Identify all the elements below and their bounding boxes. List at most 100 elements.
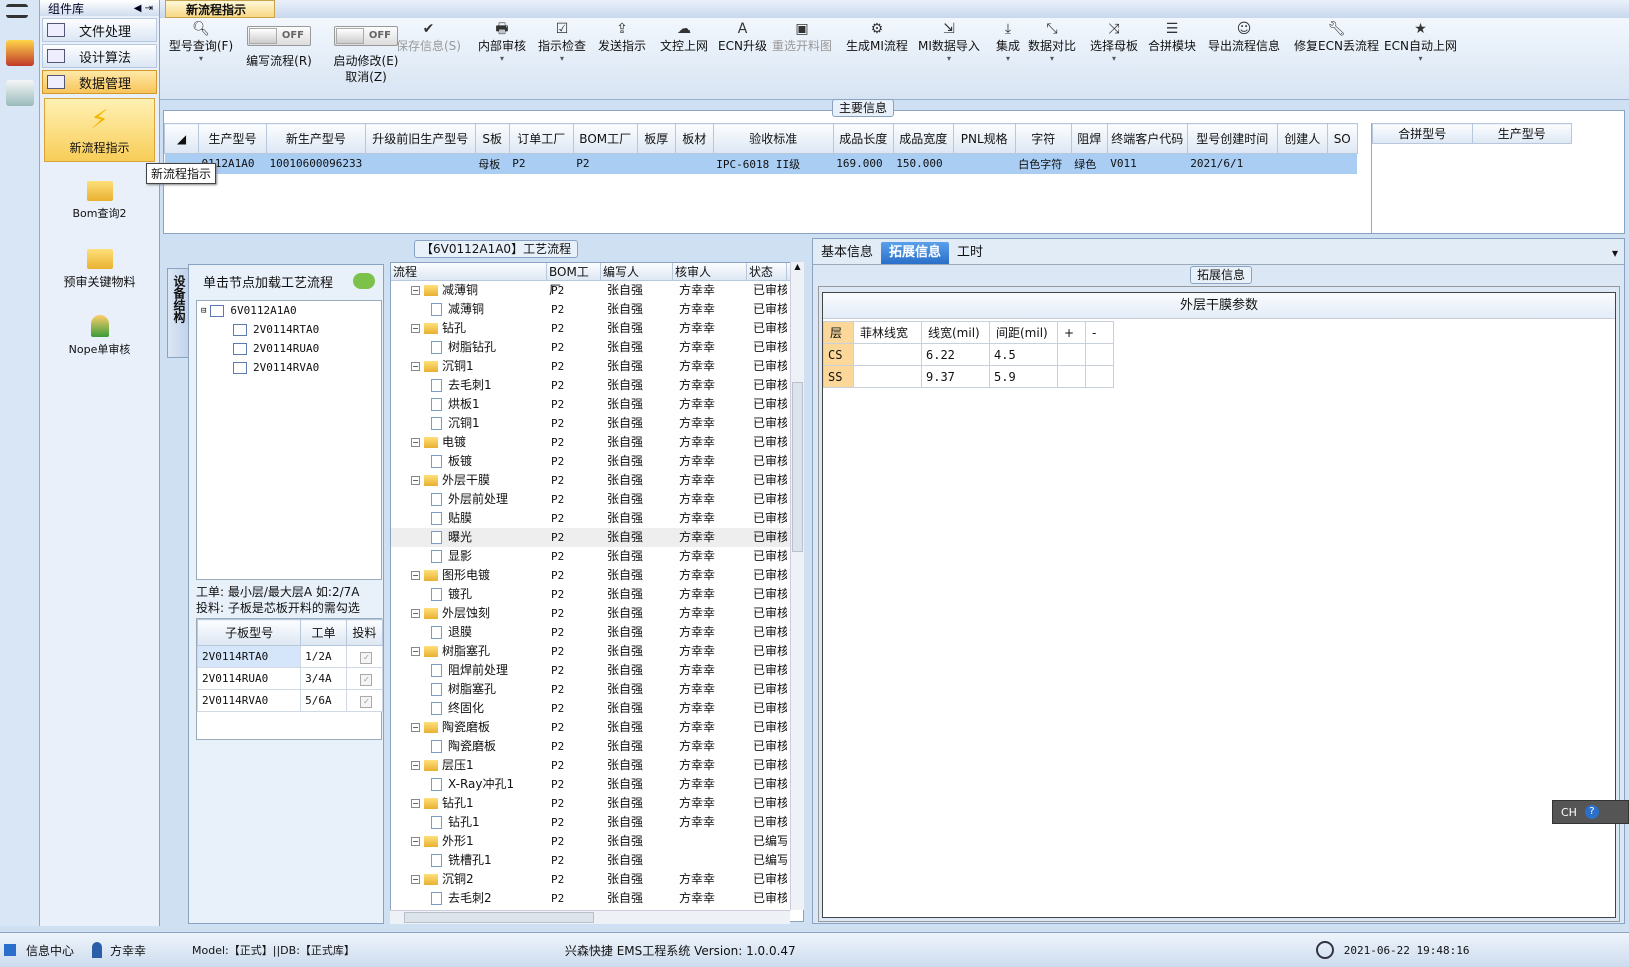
reviewer-cell[interactable]: 方幸幸	[673, 718, 747, 737]
process-row[interactable]: − 沉铜1 P2 张自强 方幸幸 已审核	[391, 357, 803, 376]
reviewer-cell[interactable]: 方幸幸	[673, 813, 747, 832]
bom-factory-cell[interactable]: P2	[547, 718, 601, 737]
process-name-cell[interactable]: 沉铜1	[391, 414, 547, 433]
bom-factory-cell[interactable]: P2	[547, 623, 601, 642]
bom-factory-cell[interactable]: P2	[547, 794, 601, 813]
collapse-icon[interactable]: −	[411, 362, 420, 371]
column-header[interactable]: PNL规格	[952, 123, 1016, 154]
process-row[interactable]: 树脂塞孔 P2 张自强 方幸幸 已审核	[391, 680, 803, 699]
collapse-icon[interactable]: −	[411, 476, 420, 485]
reviewer-cell[interactable]: 方幸幸	[673, 414, 747, 433]
cell[interactable]: 白色字符	[1015, 153, 1072, 174]
collapse-icon[interactable]: −	[411, 438, 420, 447]
spacing-cell[interactable]: 4.5	[989, 343, 1058, 366]
tree-child-node[interactable]: 2V0114RUA0	[197, 339, 381, 358]
bom-factory-cell[interactable]: P2	[547, 813, 601, 832]
writer-cell[interactable]: 张自强	[601, 281, 673, 300]
collapse-icon[interactable]: −	[411, 761, 420, 770]
sub-model-cell[interactable]: 2V0114RTA0	[196, 645, 302, 668]
reviewer-cell[interactable]: 方幸幸	[673, 395, 747, 414]
process-row[interactable]: 减薄铜 P2 张自强 方幸幸 已审核	[391, 300, 803, 319]
column-header[interactable]: BOM工厂	[572, 123, 638, 154]
column-header[interactable]: 工单	[300, 619, 347, 646]
column-header[interactable]: 板材	[674, 123, 714, 154]
toolbar-button[interactable]: ★ ECN自动上网 ▾	[1384, 18, 1457, 98]
reviewer-cell[interactable]: 方幸幸	[673, 889, 747, 908]
column-header[interactable]: BOM工厂	[547, 263, 601, 297]
reviewer-cell[interactable]: 方幸幸	[673, 585, 747, 604]
component-menu-item[interactable]: 文件处理	[42, 18, 157, 42]
reviewer-cell[interactable]: 方幸幸	[673, 471, 747, 490]
status-cell[interactable]: 已审核	[747, 376, 787, 395]
process-name-cell[interactable]: − 沉铜2	[391, 870, 547, 889]
reviewer-cell[interactable]: 方幸幸	[673, 452, 747, 471]
toolbar-button[interactable]: 🖶︎ 内部审核 ▾	[478, 18, 526, 98]
status-cell[interactable]: 已审核	[747, 699, 787, 718]
status-cell[interactable]: 已审核	[747, 756, 787, 775]
tabs-dropdown-icon[interactable]: ▾	[1612, 242, 1624, 264]
reviewer-cell[interactable]: 方幸幸	[673, 870, 747, 889]
status-cell[interactable]: 已审核	[747, 281, 787, 300]
plus-cell[interactable]	[1057, 343, 1086, 366]
writer-cell[interactable]: 张自强	[601, 775, 673, 794]
tree-root-node[interactable]: ⊟ 6V0112A1A0	[197, 301, 381, 320]
process-row[interactable]: − 层压1 P2 张自强 方幸幸 已审核	[391, 756, 803, 775]
writer-cell[interactable]: 张自强	[601, 395, 673, 414]
process-name-cell[interactable]: − 外层蚀刻	[391, 604, 547, 623]
process-name-cell[interactable]: − 外形1	[391, 832, 547, 851]
process-row[interactable]: 终固化 P2 张自强 方幸幸 已审核	[391, 699, 803, 718]
spacing-cell[interactable]: 5.9	[989, 365, 1058, 388]
writer-cell[interactable]: 张自强	[601, 794, 673, 813]
column-header[interactable]: 新生产型号	[266, 123, 366, 154]
status-cell[interactable]: 已审核	[747, 319, 787, 338]
writer-cell[interactable]: 张自强	[601, 585, 673, 604]
component-tool[interactable]: Bom查询2	[44, 166, 155, 230]
process-row[interactable]: − 减薄铜 P2 张自强 方幸幸 已审核	[391, 281, 803, 300]
line-width-cell[interactable]: 6.22	[921, 343, 990, 366]
writer-cell[interactable]: 张自强	[601, 414, 673, 433]
reviewer-cell[interactable]: 方幸幸	[673, 547, 747, 566]
layer-cell[interactable]: CS	[823, 343, 854, 366]
collapse-icon[interactable]: −	[411, 286, 420, 295]
column-header[interactable]: 状态	[747, 263, 787, 280]
minus-cell[interactable]	[1085, 343, 1114, 366]
status-cell[interactable]: 已审核	[747, 452, 787, 471]
column-header[interactable]: 型号创建时间	[1186, 123, 1278, 154]
bom-factory-cell[interactable]: P2	[547, 547, 601, 566]
toolbar-button[interactable]: A ECN升级	[718, 18, 767, 98]
column-header[interactable]: 间距(mil)	[989, 321, 1058, 344]
toolbar-button[interactable]: ✔ 保存信息(S)	[396, 18, 461, 98]
writer-cell[interactable]: 张自强	[601, 566, 673, 585]
film-width-cell[interactable]	[853, 365, 922, 388]
writer-cell[interactable]: 张自强	[601, 604, 673, 623]
collapse-icon[interactable]: −	[411, 324, 420, 333]
column-header[interactable]: SO	[1326, 123, 1358, 154]
process-name-cell[interactable]: 树脂钻孔	[391, 338, 547, 357]
bom-factory-cell[interactable]: P2	[547, 699, 601, 718]
bom-factory-cell[interactable]: P2	[547, 452, 601, 471]
writer-cell[interactable]: 张自强	[601, 471, 673, 490]
cell[interactable]: IPC-6018 II级	[713, 153, 834, 174]
process-name-cell[interactable]: − 减薄铜	[391, 281, 547, 300]
process-name-cell[interactable]: 烘板1	[391, 395, 547, 414]
writer-cell[interactable]: 张自强	[601, 433, 673, 452]
status-cell[interactable]: 已审核	[747, 889, 787, 908]
status-cell[interactable]: 已审核	[747, 509, 787, 528]
table-row[interactable]: 2V0114RVA0 5/6A ✓	[196, 689, 384, 712]
reviewer-cell[interactable]: 方幸幸	[673, 338, 747, 357]
reviewer-cell[interactable]: 方幸幸	[673, 300, 747, 319]
process-row[interactable]: 钻孔1 P2 张自强 方幸幸 已审核	[391, 813, 803, 832]
equipment-structure-tab[interactable]: 设备结构	[167, 268, 189, 358]
status-cell[interactable]: 已审核	[747, 775, 787, 794]
column-header[interactable]: 生产型号	[1471, 123, 1572, 144]
layer-cell[interactable]: SS	[823, 365, 854, 388]
table-row[interactable]: 2V0114RTA0 1/2A ✓	[196, 645, 384, 668]
process-name-cell[interactable]: 退膜	[391, 623, 547, 642]
column-header[interactable]: 升级前旧生产型号	[364, 123, 476, 154]
process-name-cell[interactable]: − 图形电镀	[391, 566, 547, 585]
bom-factory-cell[interactable]: P2	[547, 338, 601, 357]
writer-cell[interactable]: 张自强	[601, 642, 673, 661]
process-name-cell[interactable]: 铣槽孔1	[391, 851, 547, 870]
process-row[interactable]: 显影 P2 张自强 方幸幸 已审核	[391, 547, 803, 566]
column-header[interactable]: 字符	[1014, 123, 1072, 154]
